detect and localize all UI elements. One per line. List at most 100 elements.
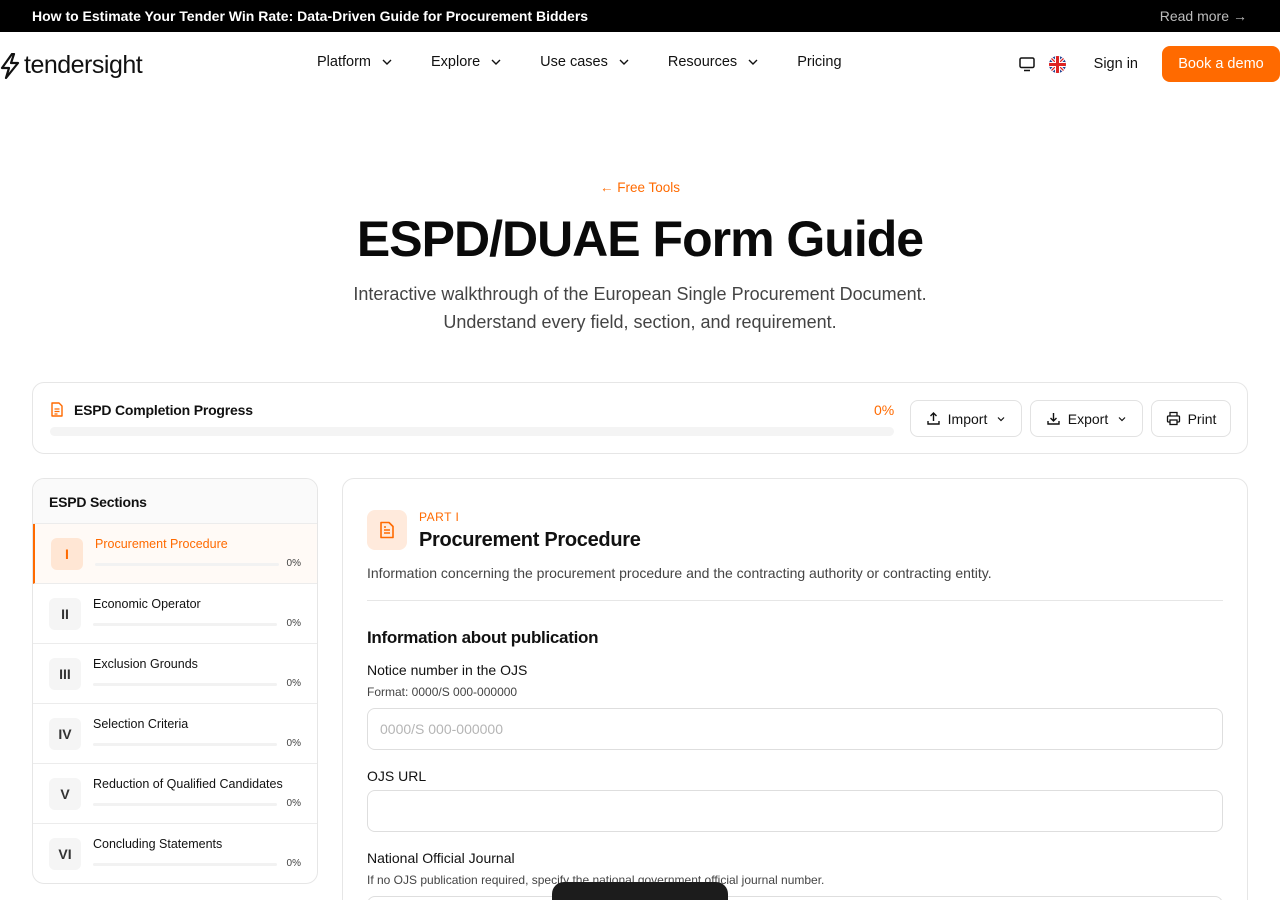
chevron-down-icon <box>1118 416 1126 421</box>
logo[interactable]: tendersight <box>0 51 143 80</box>
import-button[interactable]: Import <box>910 400 1022 437</box>
nav-resources[interactable]: Resources <box>668 54 760 70</box>
nav-label: Explore <box>431 54 481 70</box>
completion-progress-card: ESPD Completion Progress 0% Import Expor… <box>32 382 1248 454</box>
free-tools-back-link[interactable]: ← Free Tools <box>0 180 1280 195</box>
floating-toolbar[interactable] <box>552 882 728 900</box>
print-label: Print <box>1187 410 1217 427</box>
read-more-link[interactable]: Read more → <box>1160 8 1247 24</box>
monitor-icon[interactable] <box>1018 55 1036 73</box>
part-title: Procurement Procedure <box>419 529 641 551</box>
logo-wordmark: tendersight <box>24 51 143 79</box>
ojs-url-input[interactable] <box>367 790 1223 832</box>
section-number: III <box>49 658 81 690</box>
sidebar-item-exclusion-grounds[interactable]: III Exclusion Grounds 0% <box>33 644 317 704</box>
announcement-bar[interactable]: How to Estimate Your Tender Win Rate: Da… <box>0 0 1280 32</box>
sidebar-item-procurement-procedure[interactable]: I Procurement Procedure 0% <box>33 524 317 584</box>
nav-explore[interactable]: Explore <box>431 54 503 70</box>
chevron-down-icon <box>997 416 1005 421</box>
section-number: I <box>51 538 83 570</box>
upload-icon <box>926 412 940 425</box>
sidebar-item-economic-operator[interactable]: II Economic Operator 0% <box>33 584 317 644</box>
section-progress-bar <box>93 863 277 866</box>
sidebar-title: ESPD Sections <box>33 479 317 524</box>
part-label: PART I <box>419 510 460 524</box>
progress-percent: 0% <box>874 402 895 418</box>
export-label: Export <box>1067 410 1109 427</box>
espd-sections-sidebar: ESPD Sections I Procurement Procedure 0%… <box>32 478 318 884</box>
section-label: Reduction of Qualified Candidates <box>93 777 283 791</box>
document-icon <box>380 521 394 539</box>
chevron-down-icon <box>619 59 629 65</box>
nav-label: Pricing <box>797 54 842 70</box>
field-help-ojs-notice-number: Format: 0000/S 000-000000 <box>367 685 518 699</box>
section-label: Concluding Statements <box>93 837 223 851</box>
printer-icon <box>1166 411 1180 426</box>
header-actions: Sign in Book a demo <box>1018 46 1280 82</box>
chevron-down-icon <box>748 59 758 65</box>
logo-mark-icon <box>0 52 20 79</box>
section-percent: 0% <box>286 678 301 689</box>
section-progress-bar <box>93 743 277 746</box>
arrow-right-icon: → <box>1233 8 1247 24</box>
subtitle-line-1: Interactive walkthrough of the European … <box>353 284 927 304</box>
nav-pricing[interactable]: Pricing <box>797 54 841 70</box>
field-label-ojs-notice-number: Notice number in the OJS <box>367 662 528 678</box>
field-label-ojs-url: OJS URL <box>367 768 427 784</box>
section-label: Selection Criteria <box>93 717 189 731</box>
section-number: VI <box>49 838 81 870</box>
nav-label: Platform <box>317 54 371 70</box>
sidebar-item-selection-criteria[interactable]: IV Selection Criteria 0% <box>33 704 317 764</box>
sidebar-item-concluding-statements[interactable]: VI Concluding Statements 0% <box>33 824 317 883</box>
sidebar-item-reduction-of-qualified-candidates[interactable]: V Reduction of Qualified Candidates 0% <box>33 764 317 824</box>
progress-title: ESPD Completion Progress <box>74 402 253 418</box>
section-number: II <box>49 598 81 630</box>
section-percent: 0% <box>286 618 301 629</box>
toolbar-tool-icon[interactable] <box>652 895 666 900</box>
toolbar-tool-icon[interactable] <box>614 895 628 900</box>
field-label-national-official-journal: National Official Journal <box>367 850 515 866</box>
divider <box>367 600 1223 601</box>
ojs-notice-number-input[interactable] <box>367 708 1223 750</box>
export-button[interactable]: Export <box>1030 400 1143 437</box>
section-number: IV <box>49 718 81 750</box>
nav-use-cases[interactable]: Use cases <box>540 54 631 70</box>
subtitle-line-2: Understand every field, section, and req… <box>443 312 837 332</box>
national-official-journal-input[interactable] <box>367 896 1223 900</box>
section-percent: 0% <box>286 798 301 809</box>
main-nav: Platform Explore Use cases Resources Pri… <box>317 54 842 70</box>
uk-flag-icon[interactable] <box>1048 55 1066 73</box>
section-percent: 0% <box>286 858 301 869</box>
section-progress-bar <box>93 683 277 686</box>
section-label: Procurement Procedure <box>95 537 228 551</box>
section-progress-bar <box>93 803 277 806</box>
book-demo-button[interactable]: Book a demo <box>1162 46 1280 82</box>
announcement-message[interactable]: How to Estimate Your Tender Win Rate: Da… <box>32 8 588 24</box>
toolbar-tool-icon[interactable] <box>576 895 590 900</box>
toolbar-tool-icon[interactable] <box>690 895 704 900</box>
nav-platform[interactable]: Platform <box>317 54 394 70</box>
site-header: tendersight Platform Explore Use cases R… <box>0 32 1280 96</box>
download-icon <box>1047 413 1060 425</box>
document-icon <box>51 402 63 417</box>
progress-bar <box>50 427 894 436</box>
section-progress-bar <box>93 623 277 626</box>
chevron-down-icon <box>491 59 501 65</box>
nav-label: Resources <box>667 54 738 70</box>
section-form-panel: PART I Procurement Procedure Information… <box>342 478 1248 900</box>
section-percent: 0% <box>286 738 301 749</box>
print-button[interactable]: Print <box>1151 400 1231 437</box>
section-percent: 0% <box>286 558 301 569</box>
chevron-down-icon <box>382 59 392 65</box>
nav-label: Use cases <box>540 54 608 70</box>
page-title: ESPD/DUAE Form Guide <box>356 211 924 267</box>
section-label: Economic Operator <box>93 597 201 611</box>
import-label: Import <box>947 410 988 427</box>
part-icon-badge <box>367 510 407 550</box>
sign-in-link[interactable]: Sign in <box>1094 56 1138 72</box>
section-heading: Information about publication <box>367 628 599 647</box>
section-number: V <box>49 778 81 810</box>
section-progress-bar <box>95 563 279 566</box>
page-subtitle: Interactive walkthrough of the European … <box>340 280 940 336</box>
read-more-label: Read more <box>1159 8 1229 24</box>
